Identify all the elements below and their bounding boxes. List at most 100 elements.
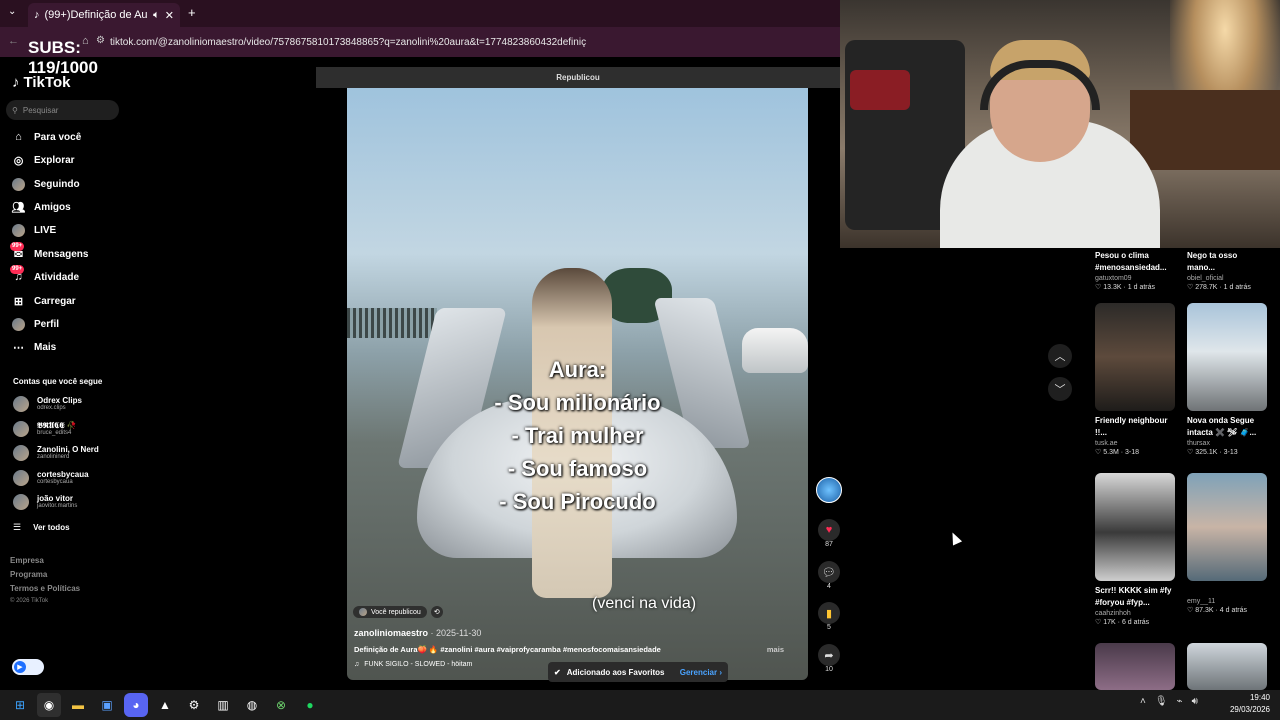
related-video-card[interactable]: emy__11 ♡ 87.3K · 4 d atrás: [1187, 473, 1267, 614]
video-author[interactable]: zanoliniomaestro · 2025-11-30: [354, 628, 481, 638]
followed-account[interactable]: 𝕭𝕽𝖀𝕮𝕰 🥀 bruce_edits4: [13, 418, 77, 440]
volume-icon[interactable]: 🔊︎: [1192, 696, 1198, 707]
card-meta: ♡ 87.3K · 4 d atrás: [1187, 607, 1248, 614]
card-views: 87.3K: [1195, 607, 1214, 614]
search-input[interactable]: ⚲ Pesquisar: [6, 100, 119, 120]
new-tab-icon[interactable]: +: [188, 5, 196, 20]
file-explorer-icon[interactable]: ▬: [66, 693, 90, 717]
nav-item-mensagens[interactable]: ✉ 99+ Mensagens: [10, 241, 88, 264]
previous-video-button[interactable]: ︿: [1048, 344, 1072, 368]
app-icon[interactable]: ▲: [153, 693, 177, 717]
chevron-up-icon[interactable]: ˄: [1140, 696, 1146, 707]
browser-tab[interactable]: ♪ (99+)Definição de Aura: O 🔈︎ ✕: [28, 3, 180, 27]
tab-list-icon[interactable]: ⌄: [8, 6, 16, 17]
store-icon[interactable]: ▣: [95, 693, 119, 717]
nav-item-amigos[interactable]: 👥︎ Amigos: [12, 197, 71, 217]
nav-item-seguindo[interactable]: Seguindo: [12, 174, 80, 194]
share-count: 10: [825, 666, 833, 673]
close-tab-icon[interactable]: ✕: [165, 9, 174, 22]
followed-account[interactable]: Odrex Clips odrex.clips: [13, 393, 82, 415]
heart-icon: ♡: [1187, 284, 1194, 291]
followed-account[interactable]: Zanolini, O Nerd zanolininerd: [13, 442, 99, 464]
heart-icon: ♡: [1187, 607, 1194, 614]
account-handle: zanolininerd: [37, 454, 70, 460]
nav-label: Seguindo: [34, 178, 80, 190]
speaker-icon[interactable]: 🔈︎: [153, 9, 160, 22]
obs-icon[interactable]: ◍: [240, 693, 264, 717]
nav-item-explorar[interactable]: ◎ Explorar: [12, 150, 75, 170]
avatar: [12, 317, 25, 331]
related-video-card[interactable]: Pesou o clima #menosansiedad... gatuxtom…: [1095, 246, 1175, 291]
card-user: caahzinhoh: [1095, 610, 1131, 617]
favorite-button[interactable]: ▮ 5: [818, 602, 840, 631]
card-meta: ♡ 278.7K · 1 d atrás: [1187, 284, 1251, 291]
overlay-line: Aura:: [548, 357, 607, 382]
video-thumbnail: [1095, 473, 1175, 581]
nav-label: Amigos: [34, 201, 71, 213]
chrome-icon[interactable]: ◉: [37, 693, 61, 717]
republished-bar: Republicou: [316, 67, 840, 88]
republished-chip[interactable]: Você republicou ⟲: [353, 606, 443, 618]
card-meta: ♡ 13.3K · 1 d atrás: [1095, 284, 1156, 291]
video-thumbnail: [1187, 303, 1267, 411]
theme-toggle[interactable]: ▶: [12, 659, 44, 675]
back-icon[interactable]: ←: [8, 35, 19, 47]
account-handle: jaovitor.martins: [37, 503, 78, 509]
xbox-icon[interactable]: ⊗: [269, 693, 293, 717]
account-handle: cortesbycaua: [37, 479, 73, 485]
repost-icon[interactable]: ⟲: [430, 606, 443, 618]
overlay-line: - Sou milionário: [494, 390, 661, 415]
overlay-line: - Trai mulher: [511, 423, 644, 448]
music-info[interactable]: ♫ FUNK SIGILO - SLOWED - höitam: [354, 661, 472, 668]
next-video-button[interactable]: ﹀: [1048, 377, 1072, 401]
share-button[interactable]: ➦ 10: [818, 644, 840, 673]
compass-icon: ◎: [13, 154, 24, 167]
video-thumbnail[interactable]: [1187, 643, 1267, 690]
related-video-card[interactable]: Nego ta osso mano... obiel_oficial ♡ 278…: [1187, 246, 1267, 291]
manage-link[interactable]: Gerenciar ›: [680, 668, 722, 677]
author-avatar[interactable]: [816, 477, 842, 503]
comment-button[interactable]: 💬︎ 4: [818, 561, 840, 590]
windows-start-icon[interactable]: ⊞: [8, 693, 32, 717]
microphone-icon[interactable]: 🎙︎: [1155, 696, 1168, 707]
related-video-card[interactable]: Scrr!! KKKK sim #fy #foryou #fyp... caah…: [1095, 473, 1175, 626]
video-thumbnail[interactable]: [1095, 643, 1175, 690]
favorites-toast: ✔ Adicionado aos Favoritos Gerenciar ›: [548, 662, 728, 682]
card-title: Pesou o clima #menosansiedad...: [1095, 251, 1167, 272]
video-player[interactable]: Aura: - Sou milionário - Trai mulher - S…: [347, 88, 808, 680]
like-button[interactable]: ♥ 87: [818, 519, 840, 548]
author-name: zanoliniomaestro: [354, 628, 429, 638]
tiktok-note-icon: ♪: [12, 74, 20, 91]
related-video-card[interactable]: Friendly neighbour !!... tusk.ae ♡ 5.3M …: [1095, 303, 1175, 456]
heart-icon: ♡: [1095, 284, 1102, 291]
pillow-image: [850, 70, 910, 110]
discord-icon[interactable]: ◕: [124, 693, 148, 717]
webcam-overlay: [840, 0, 1280, 248]
card-age: 4 d atrás: [1219, 607, 1248, 614]
overlay-line: - Sou famoso: [507, 456, 648, 481]
footer-termos[interactable]: Termos e Políticas: [10, 584, 80, 593]
followed-account[interactable]: cortesbycaua cortesbycaua: [13, 467, 89, 489]
more-link[interactable]: mais: [767, 645, 784, 654]
footer-empresa[interactable]: Empresa: [10, 556, 44, 565]
spotify-icon[interactable]: ●: [298, 693, 322, 717]
nav-item-mais[interactable]: ⋯ Mais: [12, 337, 56, 357]
followed-account[interactable]: joão vitor jaovitor.martins: [13, 491, 77, 513]
network-icon[interactable]: ⌁: [1177, 696, 1183, 707]
tiktok-logo[interactable]: ♪ TikTok: [12, 74, 70, 91]
nav-item-perfil[interactable]: Perfil: [12, 314, 59, 334]
video-thumbnail: [1187, 473, 1267, 581]
card-views: 17K: [1103, 619, 1116, 626]
clock[interactable]: 19:40 29/03/2026: [1215, 692, 1270, 716]
nav-item-live[interactable]: LIVE: [12, 220, 56, 240]
nav-item-atividade[interactable]: ♫ 99+ Atividade: [10, 264, 79, 287]
comment-icon: 💬︎: [818, 561, 840, 583]
see-all-link[interactable]: ☰ Ver todos: [13, 516, 70, 538]
settings-icon[interactable]: ⚙: [182, 693, 206, 717]
related-video-card[interactable]: Nova onda Segue intacta ✖️ 🛩 🧳... thursa…: [1187, 303, 1267, 456]
app-icon[interactable]: ▥: [211, 693, 235, 717]
url-field[interactable]: tiktok.com/@zanoliniomaestro/video/75786…: [110, 32, 830, 52]
nav-item-carregar[interactable]: ⊞ Carregar: [12, 291, 76, 311]
nav-item-para-voce[interactable]: ⌂ Para você: [12, 127, 81, 147]
footer-programa[interactable]: Programa: [10, 570, 47, 579]
